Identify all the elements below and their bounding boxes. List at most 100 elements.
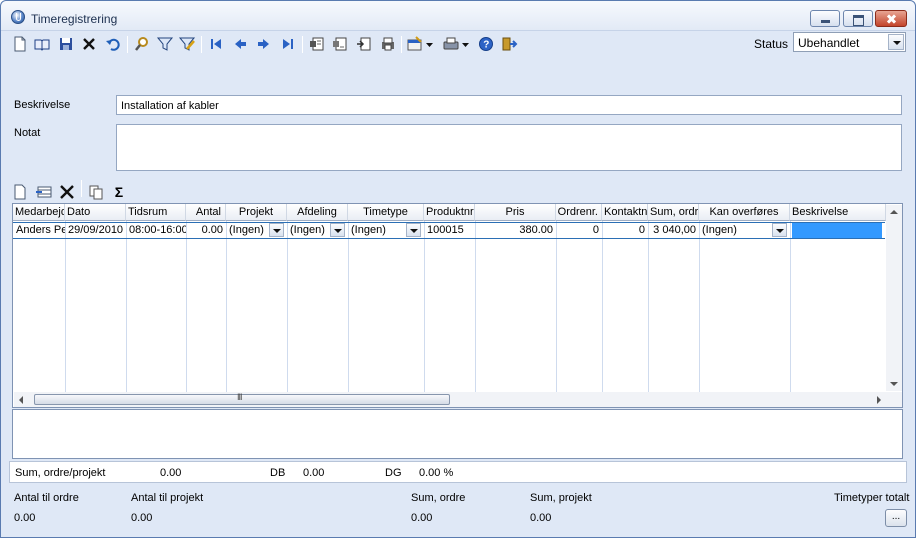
cell-dato[interactable]: 29/09/2010 (66, 223, 126, 238)
settings-dropdown-icon[interactable] (406, 35, 436, 53)
sum-ordre-projekt-value: 0.00 (160, 467, 182, 479)
column-header[interactable]: Afdeling (287, 204, 348, 221)
cell-sum-ordre[interactable]: 3 040,00 (649, 223, 699, 238)
sum-projekt-value: 0.00 (530, 512, 552, 524)
chevron-down-icon[interactable] (269, 223, 284, 237)
first-record-icon[interactable] (207, 35, 225, 53)
delete-row-icon[interactable] (58, 183, 76, 201)
copy-icon[interactable] (87, 183, 105, 201)
scroll-grip: III (237, 392, 242, 402)
cell-kontaktnr[interactable]: 0 (603, 223, 648, 238)
description-value: Installation af kabler (121, 100, 219, 112)
timetyper-totalt-label: Timetyper totalt (834, 492, 910, 504)
chevron-down-icon[interactable] (888, 34, 904, 50)
filter-icon[interactable] (156, 35, 174, 53)
scroll-up-icon[interactable] (890, 210, 898, 214)
new-document-icon[interactable] (11, 35, 29, 53)
cell-projekt[interactable]: (Ingen) (227, 223, 287, 238)
db-value: 0.00 (303, 467, 325, 479)
sum-projekt-label: Sum, projekt (530, 492, 592, 504)
column-header[interactable]: Ordrenr. (556, 204, 602, 221)
column-header[interactable]: Produktnr. (424, 204, 475, 221)
chevron-down-icon[interactable] (772, 223, 787, 237)
antal-projekt-value: 0.00 (131, 512, 153, 524)
scroll-left-icon[interactable] (19, 396, 23, 404)
column-header[interactable]: Tidsrum (126, 204, 186, 221)
report-icon[interactable] (308, 35, 326, 53)
chevron-down-icon[interactable] (406, 223, 421, 237)
export-icon[interactable] (355, 35, 373, 53)
detail-panel[interactable] (12, 409, 903, 459)
sum-icon[interactable]: Σ (110, 183, 128, 201)
cell-projekt-value: (Ingen) (229, 224, 264, 236)
note-label: Notat (14, 127, 41, 139)
svg-text:?: ? (483, 40, 489, 51)
last-record-icon[interactable] (279, 35, 297, 53)
column-header[interactable]: Pris (475, 204, 556, 221)
column-header[interactable]: Sum, ordre (648, 204, 699, 221)
chevron-down-icon[interactable] (330, 223, 345, 237)
cell-tidsrum[interactable]: 08:00-16:00 (127, 223, 186, 238)
clear-filter-icon[interactable] (178, 35, 196, 53)
column-header[interactable]: Timetype (348, 204, 424, 221)
sum-ordre-projekt-label: Sum, ordre/projekt (15, 467, 106, 479)
open-book-icon[interactable] (33, 35, 51, 53)
status-label: Status (754, 37, 789, 51)
title-bar[interactable]: Timeregistrering (1, 1, 915, 31)
horizontal-scrollbar[interactable]: III (14, 392, 886, 407)
note-textarea[interactable] (116, 124, 902, 171)
description-input[interactable]: Installation af kabler (116, 95, 902, 115)
cell-antal[interactable]: 0.00 (187, 223, 226, 238)
column-header[interactable]: Projekt (226, 204, 287, 221)
undo-icon[interactable] (104, 35, 122, 53)
column-header[interactable]: Kontaktnr. (602, 204, 648, 221)
cell-timetype-value: (Ingen) (351, 224, 386, 236)
close-button[interactable] (875, 10, 907, 27)
cell-afdeling[interactable]: (Ingen) (288, 223, 348, 238)
maximize-button[interactable] (843, 10, 873, 27)
app-icon (11, 10, 25, 24)
scroll-right-icon[interactable] (877, 396, 881, 404)
delete-icon[interactable] (80, 35, 98, 53)
scrollbar-corner (886, 392, 902, 407)
previous-record-icon[interactable] (231, 35, 249, 53)
timeregistrering-window: Timeregistrering ? Status Ubehandlet Bes… (0, 0, 916, 538)
cell-beskrivelse[interactable] (792, 223, 882, 238)
new-row-icon[interactable] (11, 183, 29, 201)
grid-toolbar: Σ (11, 180, 151, 200)
cell-medarbejder[interactable]: Anders Pe (14, 223, 65, 238)
save-icon[interactable] (57, 35, 75, 53)
cell-kan-overfores[interactable]: (Ingen) (700, 223, 790, 238)
column-header[interactable]: Medarbejder (13, 204, 65, 221)
report-detail-icon[interactable] (331, 35, 349, 53)
antal-projekt-label: Antal til projekt (131, 492, 204, 504)
timetyper-more-button[interactable]: ... (885, 509, 907, 527)
description-label: Beskrivelse (14, 99, 71, 111)
print-dropdown-icon[interactable] (442, 35, 472, 53)
column-header[interactable]: Dato (65, 204, 126, 221)
cell-ordrenr[interactable]: 0 (557, 223, 602, 238)
window-title: Timeregistrering (31, 12, 118, 26)
cell-timetype[interactable]: (Ingen) (349, 223, 424, 238)
cell-pris[interactable]: 380.00 (476, 223, 556, 238)
cell-produktnr[interactable]: 100015 (425, 223, 475, 238)
next-record-icon[interactable] (255, 35, 273, 53)
antal-ordre-value: 0.00 (14, 512, 36, 524)
status-value: Ubehandlet (798, 36, 860, 50)
column-header[interactable]: Kan overføres (699, 204, 790, 221)
status-select[interactable]: Ubehandlet (793, 32, 906, 52)
search-icon[interactable] (133, 35, 151, 53)
cell-afdeling-value: (Ingen) (290, 224, 325, 236)
scroll-thumb[interactable]: III (34, 392, 450, 405)
sum-ordre-label: Sum, ordre (411, 492, 466, 504)
vertical-scrollbar[interactable] (886, 205, 902, 391)
minimize-button[interactable] (810, 10, 840, 27)
column-header[interactable]: Beskrivelse (790, 204, 886, 221)
insert-row-icon[interactable] (35, 183, 53, 201)
exit-icon[interactable] (500, 35, 518, 53)
help-icon[interactable]: ? (477, 35, 495, 53)
print-preview-icon[interactable] (379, 35, 397, 53)
scroll-down-icon[interactable] (890, 382, 898, 386)
sum-ordre-value: 0.00 (411, 512, 433, 524)
column-header[interactable]: Antal (186, 204, 226, 221)
